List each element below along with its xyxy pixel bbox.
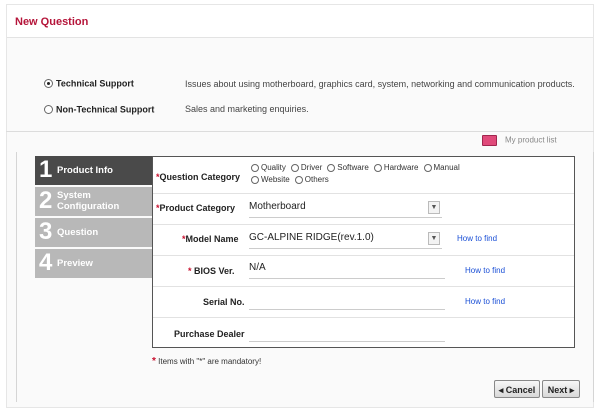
bios-how-to-find-link[interactable]: How to find [465,266,505,275]
model-name-how-to-find-link[interactable]: How to find [457,234,497,243]
step-label: Question [57,227,99,238]
technical-support-description: Issues about using motherboard, graphics… [185,79,575,89]
technical-support-radio[interactable] [44,79,53,89]
right-border [593,152,594,402]
serial-how-to-find-link[interactable]: How to find [465,297,505,306]
next-button[interactable]: Next ▸ [542,380,580,398]
category-option-software[interactable]: Software [327,162,369,174]
bios-version-input[interactable]: N/A [249,260,445,279]
model-name-value: GC-ALPINE RIDGE(rev.1.0) [249,232,374,243]
product-category-value: Motherboard [249,201,306,212]
purchase-dealer-label: Purchase Dealer [174,329,245,339]
my-product-list-label: My product list [505,135,557,145]
bios-version-label: * BIOS Ver. [188,266,235,276]
technical-support-label: Technical Support [56,78,134,89]
divider [6,131,594,132]
step-number: 2 [39,187,53,214]
product-list-icon [482,135,497,146]
mandatory-note: * Items with "*" are mandatory! [152,356,262,367]
category-option-quality[interactable]: Quality [251,162,286,174]
question-category-row: *Question Category Quality Driver Software… [153,157,574,194]
model-name-row: *Model Name GC-ALPINE RIDGE(rev.1.0) ▼ H… [153,224,574,256]
category-option-manual[interactable]: Manual [423,162,460,174]
cancel-button[interactable]: ◂ Cancel [494,380,540,398]
page-title: New Question [15,16,89,28]
chevron-down-icon[interactable]: ▼ [428,201,440,214]
model-name-select[interactable]: GC-ALPINE RIDGE(rev.1.0) ▼ [249,230,442,249]
question-category-text: Question Category [159,172,241,182]
step-product-info[interactable]: 1 Product Info [35,156,153,185]
left-border [16,152,17,402]
product-category-row: *Product Category Motherboard ▼ [153,193,574,225]
step-number: 1 [39,156,53,183]
serial-number-input[interactable] [249,291,445,310]
product-info-form: *Question Category Quality Driver Software… [152,156,575,348]
question-category-options: Quality Driver Software Hardware Manual Webs… [251,162,491,186]
category-option-website[interactable]: Website [251,174,290,186]
step-label-line2: Configuration [57,201,120,212]
technical-support-option[interactable]: Technical Support Issues about using mot… [44,78,575,89]
serial-number-label: Serial No. [203,297,245,307]
bios-version-row: * BIOS Ver. N/A How to find [153,255,574,287]
category-option-others[interactable]: Others [294,174,329,186]
category-option-driver[interactable]: Driver [290,162,322,174]
step-number: 3 [39,218,53,245]
non-technical-support-radio[interactable] [44,105,53,115]
category-option-hardware[interactable]: Hardware [373,162,419,174]
purchase-dealer-input[interactable] [249,323,445,342]
non-technical-support-label: Non-Technical Support [56,104,155,115]
step-label-line1: System [57,190,91,201]
mandatory-note-text: Items with "*" are mandatory! [158,357,262,366]
question-category-label: *Question Category [156,172,240,182]
non-technical-support-description: Sales and marketing enquiries. [185,104,309,114]
step-label: Product Info [57,165,113,176]
step-number: 4 [39,249,53,276]
title-bar: New Question [7,5,593,38]
step-navigation: 1 Product Info 2 System Configuration 3 … [35,156,153,280]
my-product-list-link[interactable]: My product list [482,135,557,146]
purchase-dealer-row: Purchase Dealer [153,317,574,348]
chevron-down-icon[interactable]: ▼ [428,232,440,245]
model-name-label: *Model Name [182,234,239,244]
step-question[interactable]: 3 Question [35,218,153,247]
non-technical-support-option[interactable]: Non-Technical Support Sales and marketin… [44,104,309,115]
product-category-select[interactable]: Motherboard ▼ [249,199,442,218]
serial-number-row: Serial No. How to find [153,286,574,318]
step-system-configuration[interactable]: 2 System Configuration [35,187,153,216]
step-preview[interactable]: 4 Preview [35,249,153,278]
product-category-label: *Product Category [156,203,236,213]
step-label: Preview [57,258,93,269]
